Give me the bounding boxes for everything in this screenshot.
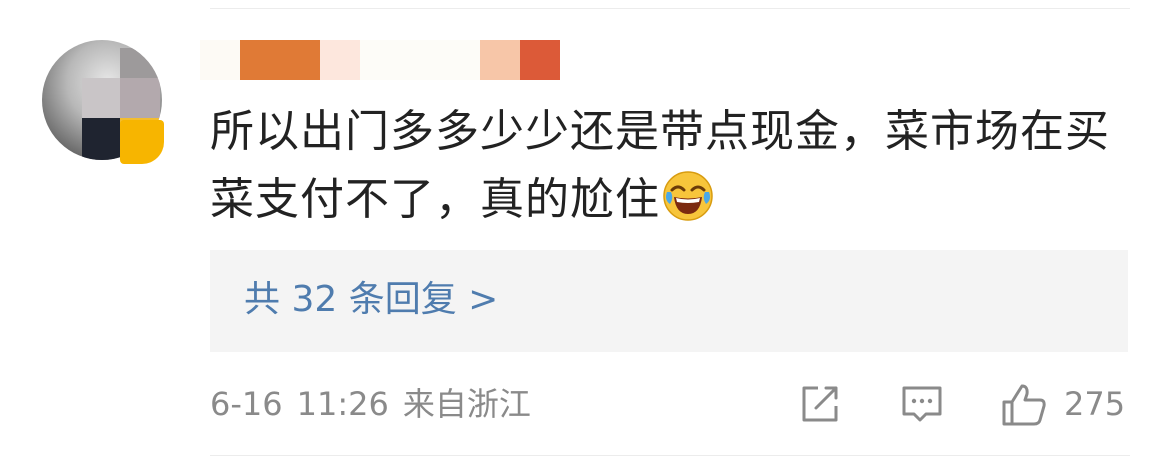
bottom-divider	[210, 455, 1130, 456]
comment-meta: 6-16 11:26 来自浙江	[210, 384, 545, 424]
comment-line-2: 菜支付不了，真的尬住	[210, 166, 1140, 234]
comment-line-1: 所以出门多多少少还是带点现金，菜市场在买	[210, 106, 1110, 157]
view-replies-link[interactable]: 共 32 条回复 >	[244, 278, 498, 322]
comment-icon[interactable]	[900, 382, 944, 426]
laugh-cry-emoji-icon	[663, 171, 713, 221]
share-icon[interactable]	[798, 382, 842, 426]
vip-badge-icon	[120, 120, 164, 164]
comment-text: 所以出门多多少少还是带点现金，菜市场在买 菜支付不了，真的尬住	[210, 98, 1140, 234]
replies-panel[interactable]: 共 32 条回复 >	[210, 250, 1128, 352]
top-divider	[210, 8, 1130, 9]
like-count: 275	[1064, 385, 1126, 423]
comment-location: 来自浙江	[402, 385, 531, 423]
comment-time: 11:26	[296, 385, 389, 423]
comment-date: 6-16	[210, 385, 283, 423]
like-icon[interactable]	[1000, 382, 1048, 428]
avatar[interactable]	[42, 40, 164, 164]
